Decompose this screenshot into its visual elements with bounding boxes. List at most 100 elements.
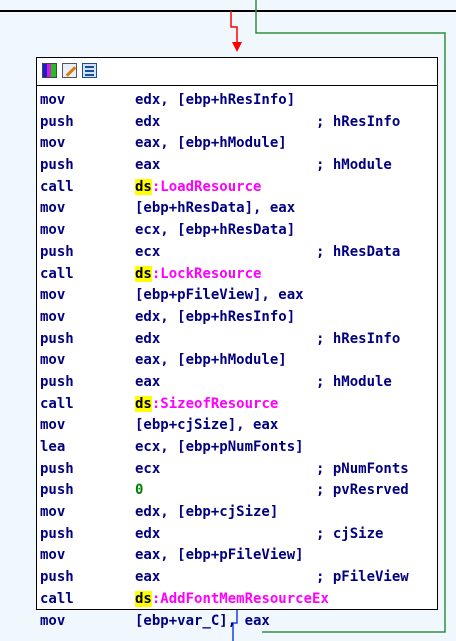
asm-operands: ds:AddFontMemResourceEx [135, 589, 329, 611]
asm-mnemonic: push [40, 569, 74, 586]
asm-operands: ds:SizeofResource [135, 394, 278, 416]
segment-prefix: ds [135, 265, 152, 282]
asm-line[interactable]: push 0 ; pvResrved [40, 480, 437, 502]
asm-mnemonic: mov [40, 612, 66, 629]
asm-line[interactable]: call ds:SizeofResource [40, 394, 437, 416]
asm-operands: edx, [ebp+hResInfo] [135, 308, 296, 325]
asm-line[interactable]: mov eax, [ebp+pFileView] [40, 545, 437, 567]
asm-operands: [ebp+cjSize], eax [135, 417, 279, 434]
asm-mnemonic: mov [40, 200, 66, 217]
asm-operands: ecx [135, 460, 161, 477]
code-block-node[interactable]: mov edx, [ebp+hResInfo] push edx; hResInfo m… [36, 57, 438, 629]
asm-line[interactable]: mov edx, [ebp+cjSize] [40, 502, 437, 524]
asm-mnemonic: push [40, 525, 74, 542]
asm-operands: edx [135, 113, 161, 130]
asm-mnemonic: call [40, 590, 74, 607]
disassembly-listing[interactable]: mov edx, [ebp+hResInfo] push edx; hResInfo m… [40, 90, 437, 632]
asm-line[interactable]: call ds:AddFontMemResourceEx [40, 589, 437, 611]
asm-operands: ds:LockResource [135, 264, 261, 286]
asm-line[interactable]: call ds:LoadResource [40, 177, 437, 199]
asm-mnemonic: push [40, 460, 74, 477]
immediate-value: 0 [135, 482, 144, 499]
asm-line[interactable]: push edx ; cjSize [40, 524, 437, 546]
asm-line[interactable]: mov edx, [ebp+hResInfo] [40, 90, 437, 112]
asm-mnemonic: mov [40, 92, 66, 108]
api-function-name[interactable]: LoadResource [160, 179, 261, 195]
asm-line[interactable]: mov [ebp+pFileView], eax [40, 285, 437, 307]
red-edge [230, 11, 238, 42]
asm-comment: ; cjSize [316, 525, 384, 542]
asm-mnemonic: push [40, 157, 74, 174]
asm-operands: ds:LoadResource [135, 177, 261, 199]
asm-line[interactable]: mov edx, [ebp+hResInfo] [40, 307, 437, 329]
asm-line[interactable]: mov eax, [ebp+hModule] [40, 350, 437, 372]
asm-operands: eax [135, 373, 161, 390]
asm-line[interactable]: mov ecx, [ebp+hResData] [40, 220, 437, 242]
asm-line[interactable]: push eax ; hModule [40, 155, 437, 177]
asm-comment: ; pvResrved [316, 482, 409, 499]
asm-comment: ; hResData [316, 243, 401, 260]
node-titlebar[interactable] [37, 58, 437, 86]
asm-line[interactable]: push edx ; hResInfo [40, 112, 437, 134]
api-function-name[interactable]: AddFontMemResourceEx [160, 591, 329, 607]
asm-operands: [ebp+hResData], eax [135, 200, 296, 217]
api-function-name[interactable]: SizeofResource [160, 396, 278, 412]
asm-comment: ; hResInfo [316, 113, 401, 130]
asm-mnemonic: push [40, 482, 74, 499]
asm-mnemonic: call [40, 178, 74, 195]
asm-comment: ; pFileView [316, 569, 409, 586]
asm-mnemonic: lea [40, 439, 66, 455]
asm-line[interactable]: push eax ; pFileView [40, 567, 437, 589]
asm-operands: eax, [ebp+hModule] [135, 352, 287, 369]
asm-mnemonic: mov [40, 504, 66, 521]
asm-line[interactable]: push edx ; hResInfo [40, 329, 437, 351]
segment-prefix: ds [135, 178, 152, 195]
asm-operands: edx [135, 525, 161, 542]
asm-operands: 0 [135, 480, 143, 502]
asm-operands: eax, [ebp+hModule] [135, 135, 287, 152]
asm-operands: ecx, [ebp+hResData] [135, 222, 296, 239]
asm-operands: [ebp+pFileView], eax [135, 287, 304, 304]
asm-operands: ecx, [ebp+pNumFonts] [135, 439, 304, 455]
graph-icon[interactable] [82, 63, 97, 78]
asm-line[interactable]: lea ecx, [ebp+pNumFonts] [40, 437, 437, 459]
asm-comment: ; hModule [316, 157, 392, 174]
asm-operands: ecx [135, 243, 161, 260]
asm-mnemonic: mov [40, 135, 66, 152]
asm-mnemonic: push [40, 373, 74, 390]
asm-line[interactable]: mov [ebp+var_C], eax [40, 611, 437, 633]
asm-mnemonic: call [40, 395, 74, 412]
asm-mnemonic: mov [40, 222, 66, 239]
asm-line[interactable]: push ecx ; pNumFonts [40, 459, 437, 481]
asm-line[interactable]: call ds:LockResource [40, 264, 437, 286]
asm-mnemonic: call [40, 265, 74, 282]
asm-operands: eax [135, 569, 161, 586]
asm-comment: ; hModule [316, 373, 392, 390]
asm-operands: edx, [ebp+cjSize] [135, 504, 279, 521]
asm-line[interactable]: push eax ; hModule [40, 372, 437, 394]
asm-comment: ; pNumFonts [316, 460, 409, 477]
asm-mnemonic: mov [40, 417, 66, 434]
asm-mnemonic: mov [40, 547, 66, 564]
asm-comment: ; hResInfo [316, 330, 401, 347]
asm-mnemonic: mov [40, 352, 66, 369]
red-edge-arrow [232, 42, 242, 52]
asm-line[interactable]: mov [ebp+cjSize], eax [40, 415, 437, 437]
asm-line[interactable]: push ecx ; hResData [40, 242, 437, 264]
asm-mnemonic: mov [40, 308, 66, 325]
asm-mnemonic: push [40, 113, 74, 130]
asm-operands: eax, [ebp+pFileView] [135, 547, 304, 564]
asm-mnemonic: push [40, 330, 74, 347]
api-function-name[interactable]: LockResource [160, 266, 261, 282]
segment-prefix: ds [135, 395, 152, 412]
asm-operands: eax [135, 157, 161, 174]
edit-icon[interactable] [62, 63, 77, 78]
asm-operands: [ebp+var_C], eax [135, 612, 270, 629]
asm-operands: edx [135, 330, 161, 347]
asm-line[interactable]: mov [ebp+hResData], eax [40, 198, 437, 220]
asm-operands: edx, [ebp+hResInfo] [135, 92, 296, 108]
asm-mnemonic: push [40, 243, 74, 260]
palette-icon[interactable] [42, 63, 57, 78]
asm-line[interactable]: mov eax, [ebp+hModule] [40, 133, 437, 155]
asm-mnemonic: mov [40, 287, 66, 304]
